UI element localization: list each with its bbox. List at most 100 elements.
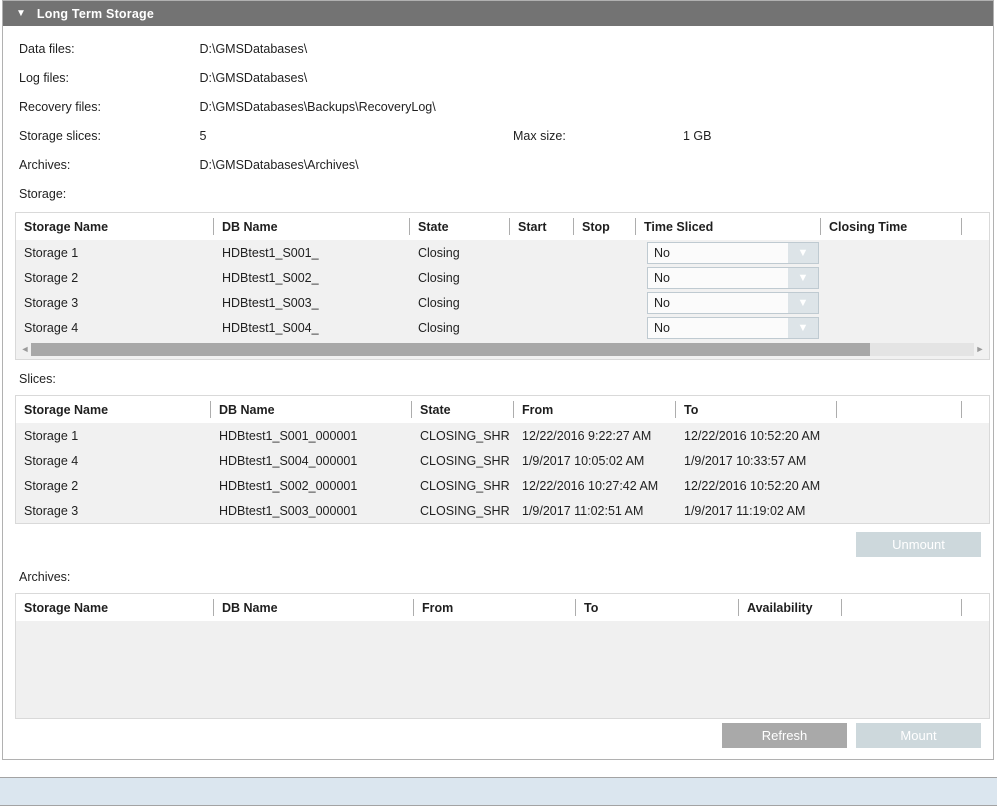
cell-storage-name: Storage 3 [16,290,214,315]
column-header-start[interactable]: Start [510,213,574,240]
unmount-button[interactable]: Unmount [856,532,981,557]
dropdown-value: No [648,321,788,335]
field-storage-slices: Storage slices: 5 [19,129,206,145]
slices-table-header: Storage Name DB Name State From To [16,396,989,423]
cell-start [510,265,574,290]
table-row[interactable]: Storage 3 HDBtest1_S003_000001 CLOSING_S… [16,498,989,523]
scrollbar-thumb[interactable] [31,343,870,356]
column-header-closing-time[interactable]: Closing Time [821,213,962,240]
time-sliced-dropdown[interactable]: No ▼ [647,267,819,289]
cell-empty [837,498,962,523]
column-header-stop[interactable]: Stop [574,213,636,240]
dropdown-value: No [648,246,788,260]
dropdown-button[interactable]: ▼ [788,268,818,288]
cell-closing-time [821,315,962,340]
cell-pad [962,473,989,498]
time-sliced-dropdown[interactable]: No ▼ [647,317,819,339]
column-header-storage-name[interactable]: Storage Name [16,213,214,240]
dropdown-button[interactable]: ▼ [788,243,818,263]
table-row[interactable]: Storage 2 HDBtest1_S002_ Closing No ▼ [16,265,989,290]
cell-start [510,315,574,340]
collapse-triangle-icon[interactable]: ▼ [16,8,26,19]
dropdown-button[interactable]: ▼ [788,293,818,313]
slices-table: Storage Name DB Name State From To Stora… [15,395,990,524]
table-row[interactable]: Storage 1 HDBtest1_S001_ Closing No ▼ [16,240,989,265]
time-sliced-dropdown[interactable]: No ▼ [647,242,819,264]
column-header-time-sliced[interactable]: Time Sliced [636,213,821,240]
cell-state: Closing [410,240,510,265]
field-value: 5 [199,129,206,143]
column-header-state[interactable]: State [410,213,510,240]
column-header-to[interactable]: To [676,396,837,423]
storage-table-header: Storage Name DB Name State Start Stop Ti… [16,213,989,240]
cell-empty [837,423,962,448]
collapsed-section-bar[interactable] [0,777,997,806]
mount-button[interactable]: Mount [856,723,981,748]
cell-pad [962,423,989,448]
dropdown-value: No [648,296,788,310]
cell-db-name: HDBtest1_S001_000001 [211,423,412,448]
column-header-storage-name[interactable]: Storage Name [16,594,214,621]
scrollbar-track[interactable] [31,343,974,356]
horizontal-scrollbar[interactable]: ◄ ► [16,340,989,359]
archives-table: Storage Name DB Name From To Availabilit… [15,593,990,719]
table-row[interactable]: Storage 2 HDBtest1_S002_000001 CLOSING_S… [16,473,989,498]
column-header-pad [962,396,989,423]
cell-pad [962,315,989,340]
column-header-db-name[interactable]: DB Name [211,396,412,423]
dropdown-button[interactable]: ▼ [788,318,818,338]
cell-state: Closing [410,315,510,340]
column-header-to[interactable]: To [576,594,739,621]
field-archives: Archives: D:\GMSDatabases\Archives\ [19,158,359,174]
column-header-storage-name[interactable]: Storage Name [16,396,211,423]
column-header-pad [962,594,989,621]
cell-storage-name: Storage 1 [16,240,214,265]
slices-section-label: Slices: [19,372,56,386]
column-header-empty [842,594,962,621]
field-value: D:\GMSDatabases\ [199,42,307,56]
table-row[interactable]: Storage 1 HDBtest1_S001_000001 CLOSING_S… [16,423,989,448]
column-header-state[interactable]: State [412,396,514,423]
scroll-left-icon[interactable]: ◄ [19,340,31,359]
field-value: D:\GMSDatabases\ [199,71,307,85]
cell-to: 1/9/2017 10:33:57 AM [676,448,837,473]
cell-to: 12/22/2016 10:52:20 AM [676,473,837,498]
max-size-label: Max size: [513,129,566,143]
table-row[interactable]: Storage 4 HDBtest1_S004_ Closing No ▼ [16,315,989,340]
section-header[interactable]: ▼ Long Term Storage [3,1,993,26]
field-value: D:\GMSDatabases\Archives\ [199,158,358,172]
table-row[interactable]: Storage 4 HDBtest1_S004_000001 CLOSING_S… [16,448,989,473]
column-header-availability[interactable]: Availability [739,594,842,621]
table-row[interactable]: Storage 3 HDBtest1_S003_ Closing No ▼ [16,290,989,315]
column-header-db-name[interactable]: DB Name [214,594,414,621]
cell-state: CLOSING_SHR [412,498,514,523]
field-label: Recovery files: [19,100,196,114]
cell-db-name: HDBtest1_S001_ [214,240,410,265]
cell-from: 12/22/2016 10:27:42 AM [514,473,676,498]
cell-empty [837,473,962,498]
cell-from: 12/22/2016 9:22:27 AM [514,423,676,448]
page-title: Long Term Storage [37,7,154,21]
field-label: Log files: [19,71,196,85]
field-recovery-files: Recovery files: D:\GMSDatabases\Backups\… [19,100,436,116]
scroll-right-icon[interactable]: ► [974,340,986,359]
refresh-button[interactable]: Refresh [722,723,847,748]
chevron-down-icon: ▼ [798,322,809,334]
time-sliced-dropdown[interactable]: No ▼ [647,292,819,314]
cell-storage-name: Storage 2 [16,265,214,290]
cell-storage-name: Storage 4 [16,315,214,340]
cell-stop [574,290,636,315]
column-header-db-name[interactable]: DB Name [214,213,410,240]
cell-start [510,240,574,265]
cell-storage-name: Storage 4 [16,448,211,473]
chevron-down-icon: ▼ [798,247,809,259]
cell-time-sliced: No ▼ [636,265,821,290]
cell-state: CLOSING_SHR [412,448,514,473]
cell-db-name: HDBtest1_S004_000001 [211,448,412,473]
cell-state: Closing [410,290,510,315]
field-log-files: Log files: D:\GMSDatabases\ [19,71,307,87]
max-size-value: 1 GB [683,129,712,143]
column-header-from[interactable]: From [514,396,676,423]
column-header-from[interactable]: From [414,594,576,621]
cell-closing-time [821,290,962,315]
